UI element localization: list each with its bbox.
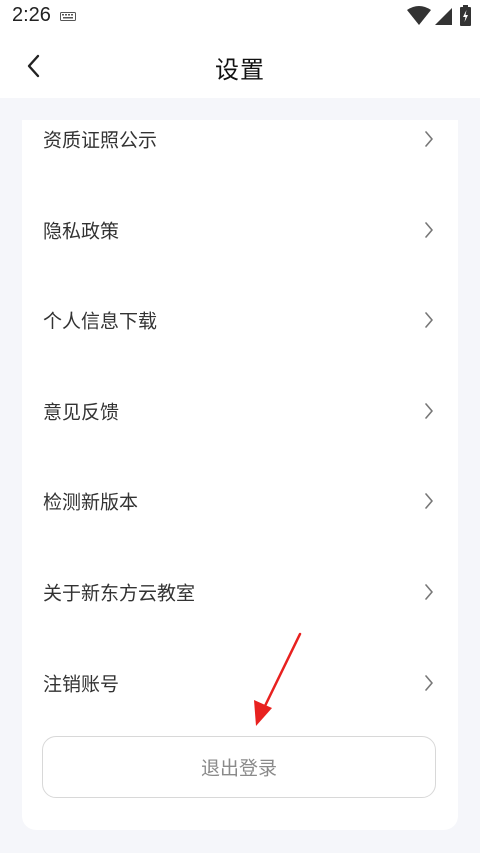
logout-label: 退出登录 [200,757,277,780]
menu-item-delete-account[interactable]: 注销账号 [22,653,458,713]
chevron-right-icon [425,131,433,147]
menu-item-label: 关于新东方云教室 [43,582,196,605]
chevron-right-icon [425,403,433,419]
chevron-right-icon [425,222,433,238]
chevron-right-icon [425,312,433,328]
chevron-right-icon [425,493,433,509]
menu-item-label: 个人信息下载 [43,310,158,333]
signal-icon [435,8,452,25]
wifi-icon [407,6,431,25]
menu-item-label: 检测新版本 [43,491,139,514]
menu-item-feedback[interactable]: 意见反馈 [22,381,458,441]
menu-item-label: 注销账号 [43,673,120,696]
menu-item-label: 资质证照公示 [43,129,158,152]
keyboard-icon [60,12,76,21]
menu-item-about[interactable]: 关于新东方云教室 [22,562,458,622]
menu-item-check-update[interactable]: 检测新版本 [22,471,458,531]
menu-item-privacy[interactable]: 隐私政策 [22,200,458,260]
page-title: 设置 [215,56,265,84]
header: 设置 [0,34,480,98]
menu-item-personal-info-download[interactable]: 个人信息下载 [22,290,458,350]
annotation-arrow-icon [254,632,302,726]
battery-icon [460,5,471,26]
menu-item-label: 意见反馈 [43,401,120,424]
chevron-right-icon [425,584,433,600]
status-bar: 2:26 [0,0,480,34]
menu-item-qualification[interactable]: 资质证照公示 [22,109,458,169]
menu-item-label: 隐私政策 [43,220,120,243]
chevron-right-icon [425,675,433,691]
status-time: 2:26 [12,4,51,26]
logout-button[interactable]: 退出登录 [42,736,436,798]
settings-card: 资质证照公示 隐私政策 个人信息下载 意见反馈 检测新版本 关于新东方云教室 注… [22,120,458,830]
